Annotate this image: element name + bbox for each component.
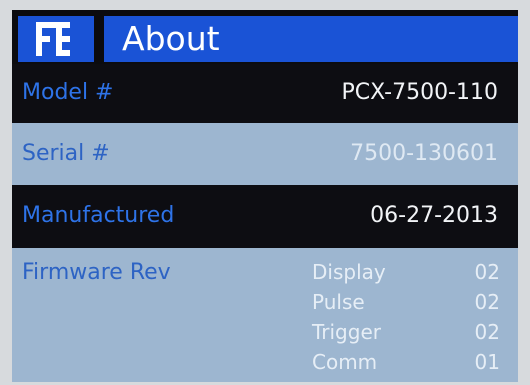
model-label: Model # xyxy=(22,80,114,105)
firmware-label: Firmware Rev xyxy=(22,260,171,285)
serial-label: Serial # xyxy=(22,141,110,166)
firmware-comm-name: Comm xyxy=(312,350,378,374)
model-row: Model # PCX-7500-110 xyxy=(12,64,518,123)
device-bezel: About Model # PCX-7500-110 Serial # 7500… xyxy=(0,0,530,385)
firmware-display-version: 02 xyxy=(474,260,500,284)
title-bar: About xyxy=(12,10,518,64)
title-box: About xyxy=(104,16,518,62)
brand-logo-icon xyxy=(36,22,70,56)
model-value: PCX-7500-110 xyxy=(341,80,498,105)
serial-value: 7500-130601 xyxy=(350,141,498,166)
serial-row: Serial # 7500-130601 xyxy=(12,123,518,185)
firmware-pulse-name: Pulse xyxy=(312,290,365,314)
manufactured-label: Manufactured xyxy=(22,203,175,228)
firmware-trigger-version: 02 xyxy=(474,320,500,344)
firmware-trigger-name: Trigger xyxy=(312,320,381,344)
lcd-screen: About Model # PCX-7500-110 Serial # 7500… xyxy=(12,10,518,382)
manufactured-row: Manufactured 06-27-2013 xyxy=(12,185,518,248)
manufactured-value: 06-27-2013 xyxy=(370,203,498,228)
firmware-pulse-version: 02 xyxy=(474,290,500,314)
page-title: About xyxy=(122,19,220,58)
firmware-display-name: Display xyxy=(312,260,386,284)
logo-box xyxy=(18,16,94,62)
firmware-row: Firmware Rev Display 02 Pulse 02 Trigger… xyxy=(12,248,518,382)
firmware-comm-version: 01 xyxy=(474,350,500,374)
